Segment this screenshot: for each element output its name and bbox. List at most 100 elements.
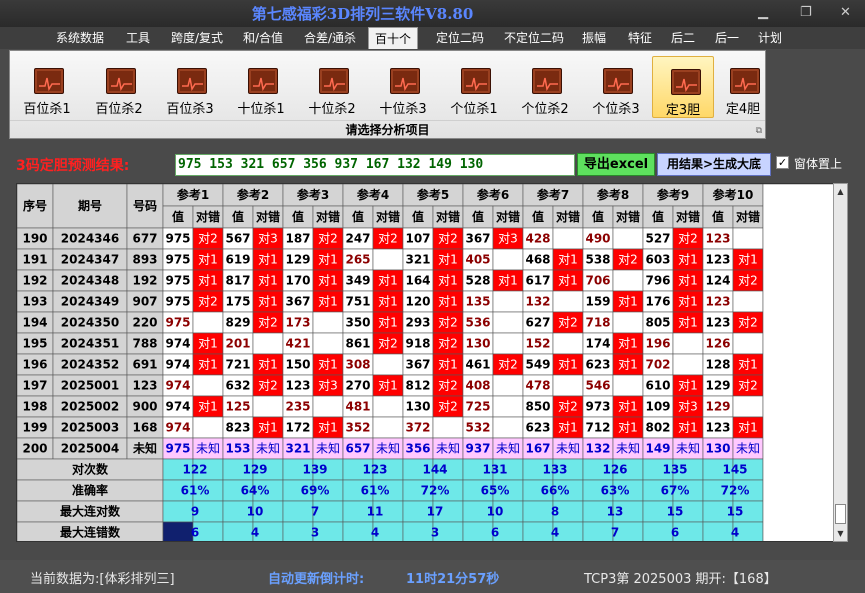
stat-value: 3: [311, 526, 319, 540]
value-text: 627: [525, 316, 550, 330]
value-text: 706: [585, 274, 610, 288]
check-cell: [252, 395, 284, 418]
scroll-thumb[interactable]: [835, 504, 846, 524]
ribbon-button-5[interactable]: 十位杀3: [372, 56, 434, 118]
check-text: 对1: [378, 316, 398, 330]
menu-item-5[interactable]: 百十个: [368, 27, 418, 49]
value-text: 861: [345, 337, 370, 351]
value-text: 975: [165, 274, 190, 288]
ribbon-button-7[interactable]: 个位杀2: [514, 56, 576, 118]
check-text: 未知: [556, 442, 580, 456]
stat-cell: [702, 521, 734, 541]
generate-base-button[interactable]: 用结果>生成大底: [657, 153, 771, 176]
ribbon-button-label: 十位杀3: [379, 102, 427, 117]
header-check: 对错: [736, 209, 760, 224]
close-icon[interactable]: ✕: [840, 6, 851, 19]
menu-item-3[interactable]: 和/合值: [236, 27, 290, 49]
stat-value: 11: [367, 505, 384, 519]
ribbon-button-10[interactable]: 定4胆: [712, 56, 774, 118]
ribbon-button-8[interactable]: 个位杀3: [585, 56, 647, 118]
ribbon-button-3[interactable]: 十位杀1: [230, 56, 292, 118]
header-value: 值: [712, 209, 724, 224]
prediction-result-field[interactable]: 975 153 321 657 356 937 167 132 149 130: [175, 154, 575, 176]
ribbon-button-2[interactable]: 百位杀3: [159, 56, 221, 118]
value-text: 812: [405, 379, 430, 393]
ribbon-button-label: 百位杀3: [166, 102, 214, 117]
menu-item-1[interactable]: 工具: [118, 27, 158, 49]
check-cell: [732, 290, 764, 313]
menu-item-12[interactable]: 计划: [754, 27, 786, 49]
check-text: 对1: [618, 337, 638, 351]
minimize-icon[interactable]: ▁: [758, 6, 768, 19]
scroll-down-icon[interactable]: ▼: [834, 526, 847, 541]
value-text: 123: [705, 316, 730, 330]
ribbon-caption: 请选择分析项目: [10, 120, 765, 138]
menu-item-4[interactable]: 合差/通杀: [298, 27, 362, 49]
value-text: 481: [345, 400, 370, 414]
menu-item-6[interactable]: 定位二码: [428, 27, 492, 49]
check-cell: [552, 332, 584, 355]
check-cell: [492, 416, 524, 439]
header-group-label: 参考7: [537, 187, 569, 202]
row-period: 2025001: [61, 379, 119, 393]
check-text: 未知: [196, 442, 220, 456]
check-text: 对1: [198, 274, 218, 288]
row-seq: 198: [22, 400, 47, 414]
ribbon-button-9[interactable]: 定3胆: [652, 56, 714, 118]
ribbon-button-1[interactable]: 百位杀2: [88, 56, 150, 118]
check-text: 对2: [738, 316, 758, 330]
stat-value: 72%: [721, 484, 750, 498]
header-value: 值: [232, 209, 244, 224]
value-text: 308: [345, 358, 370, 372]
scroll-up-icon[interactable]: ▲: [834, 184, 847, 199]
check-text: 对1: [558, 358, 578, 372]
stat-cell: [522, 521, 554, 541]
header-value: 值: [172, 209, 184, 224]
row-seq: 197: [22, 379, 47, 393]
value-text: 829: [225, 316, 250, 330]
check-text: 对1: [318, 295, 338, 309]
check-text: 对1: [318, 421, 338, 435]
chart-icon: [106, 68, 136, 94]
header-group-label: 参考5: [417, 187, 449, 202]
menu-item-10[interactable]: 后二: [666, 27, 700, 49]
stay-on-top-checkbox[interactable]: ✓: [776, 156, 789, 169]
check-text: 对1: [738, 253, 758, 267]
value-text: 718: [585, 316, 610, 330]
restore-icon[interactable]: ❐: [800, 6, 812, 19]
vertical-scrollbar[interactable]: ▲ ▼: [833, 183, 848, 542]
header-period: 期号: [78, 198, 102, 213]
ribbon-button-label: 百位杀2: [95, 102, 143, 117]
menu-item-0[interactable]: 系统数据: [52, 27, 108, 49]
chart-icon: [671, 69, 701, 95]
chart-icon: [730, 68, 760, 94]
check-text: 对1: [618, 421, 638, 435]
check-text: 对1: [258, 253, 278, 267]
menu-item-7[interactable]: 不定位二码: [496, 27, 572, 49]
expand-corner-icon[interactable]: ⧉: [756, 126, 762, 136]
check-cell: [552, 227, 584, 250]
stat-cell: [282, 500, 314, 523]
stat-value: 13: [607, 505, 624, 519]
header-value: 值: [412, 209, 424, 224]
menu-item-9[interactable]: 特征: [620, 27, 660, 49]
header-group-label: 参考3: [297, 187, 329, 202]
value-text: 126: [705, 337, 730, 351]
value-text: 174: [585, 337, 610, 351]
check-cell: [552, 374, 584, 397]
row-number: 900: [132, 400, 157, 414]
ribbon-button-4[interactable]: 十位杀2: [301, 56, 363, 118]
value-text: 823: [225, 421, 250, 435]
value-text: 619: [225, 253, 250, 267]
menu-item-8[interactable]: 振幅: [576, 27, 612, 49]
export-excel-button[interactable]: 导出excel: [577, 153, 655, 176]
value-text: 128: [705, 358, 730, 372]
stat-cell: [582, 521, 614, 541]
ribbon-button-0[interactable]: 百位杀1: [16, 56, 78, 118]
check-text: 对1: [318, 253, 338, 267]
value-text: 167: [525, 442, 550, 456]
value-text: 129: [285, 253, 310, 267]
menu-item-11[interactable]: 后一: [708, 27, 746, 49]
menu-item-2[interactable]: 跨度/复式: [162, 27, 232, 49]
ribbon-button-6[interactable]: 个位杀1: [443, 56, 505, 118]
